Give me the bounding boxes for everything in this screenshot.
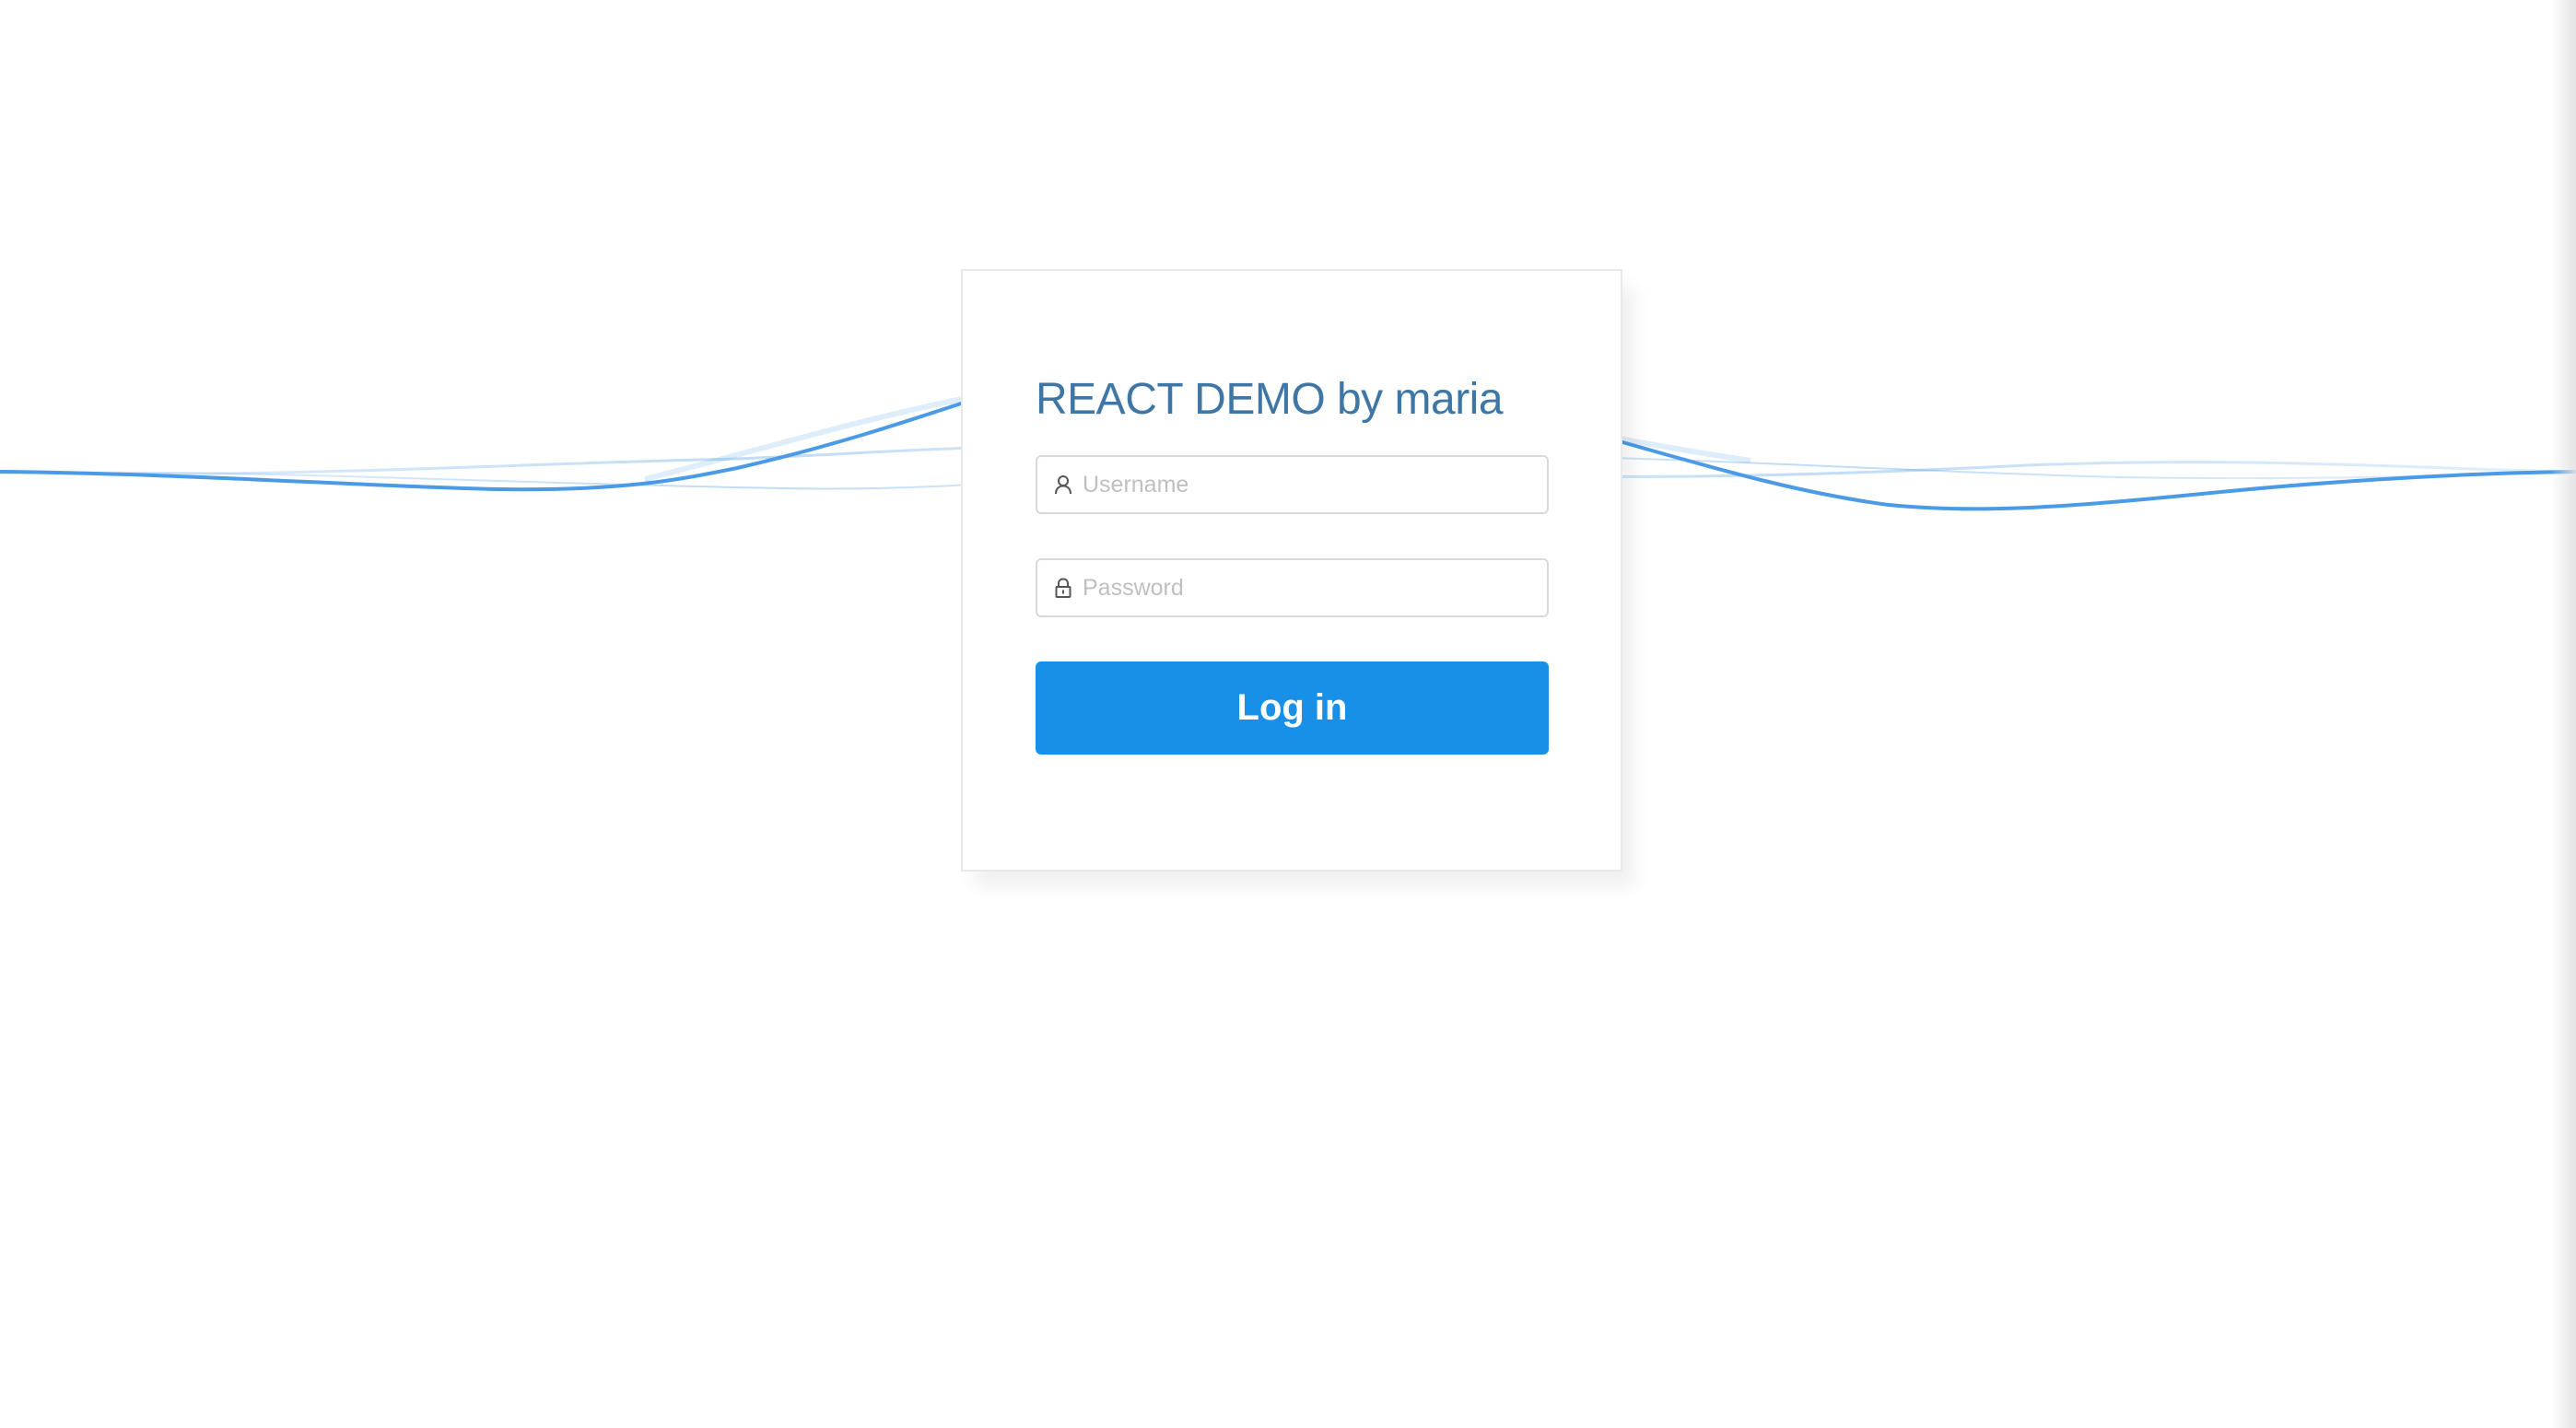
password-field[interactable] [1036,558,1549,617]
login-page: REACT DEMO by maria Log in [0,0,2576,1428]
right-edge-shadow [2550,0,2576,1428]
login-card: REACT DEMO by maria Log in [961,269,1622,872]
login-title: REACT DEMO by maria [1036,375,1504,424]
password-input[interactable] [1083,569,1525,606]
username-input[interactable] [1083,466,1525,503]
user-icon [1053,474,1073,496]
lock-icon [1053,577,1073,599]
login-button[interactable]: Log in [1036,661,1549,755]
username-field[interactable] [1036,455,1549,514]
